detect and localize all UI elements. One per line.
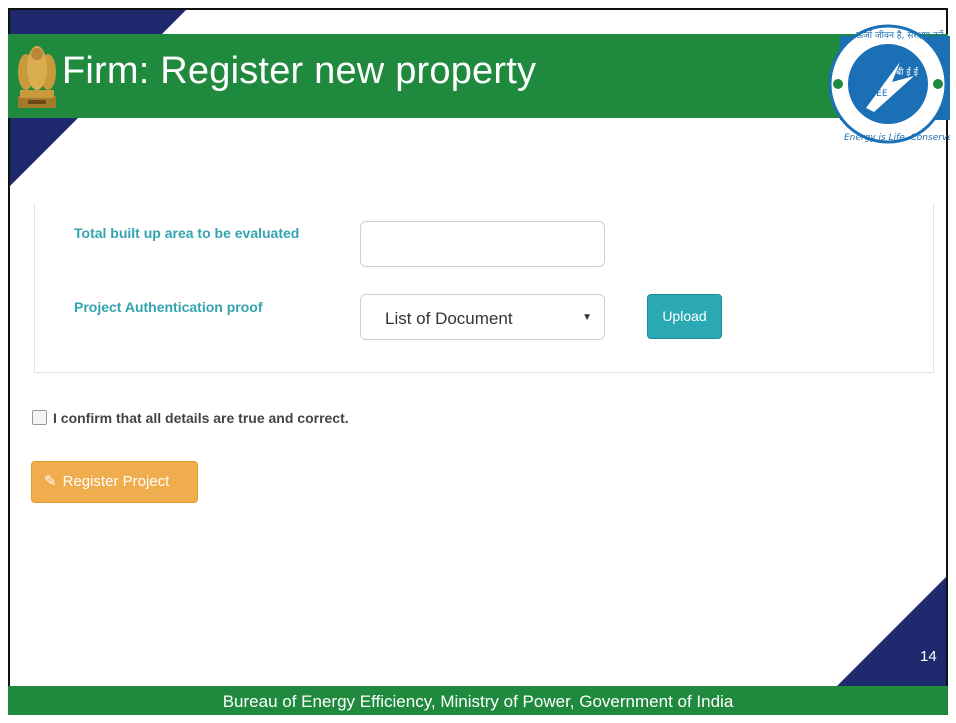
national-emblem-icon xyxy=(18,46,56,108)
document-type-selected: List of Document xyxy=(385,309,513,328)
page-number: 14 xyxy=(920,648,937,665)
document-type-select[interactable]: List of Document ▼ xyxy=(360,294,605,340)
logo-english-text: Energy is Life, Conserve it xyxy=(844,133,950,143)
logo-hindi-text: ऊर्जा जीवन है, संरक्षण करें xyxy=(856,29,944,41)
confirm-checkbox[interactable] xyxy=(32,410,47,425)
built-up-area-label: Total built up area to be evaluated xyxy=(74,225,300,241)
confirm-row: I confirm that all details are true and … xyxy=(32,410,349,426)
bee-logo: बी ई ई BEE ऊर्जा जीवन है, संरक्षण करें E… xyxy=(828,24,950,144)
upload-button[interactable]: Upload xyxy=(647,294,722,339)
page-title: Firm: Register new property xyxy=(62,50,537,92)
pencil-icon: ✎ xyxy=(44,473,57,490)
bee-abbr: BEE xyxy=(870,89,888,99)
caret-down-icon: ▼ xyxy=(582,312,592,323)
confirm-label: I confirm that all details are true and … xyxy=(53,410,349,426)
register-project-label: Register Project xyxy=(62,473,170,490)
auth-proof-label: Project Authentication proof xyxy=(74,299,263,315)
bee-hindi-abbr: बी ई ई xyxy=(896,66,919,78)
built-up-area-input[interactable] xyxy=(360,221,605,267)
footer-text: Bureau of Energy Efficiency, Ministry of… xyxy=(222,692,734,711)
register-project-button[interactable]: ✎ Register Project xyxy=(31,461,198,503)
